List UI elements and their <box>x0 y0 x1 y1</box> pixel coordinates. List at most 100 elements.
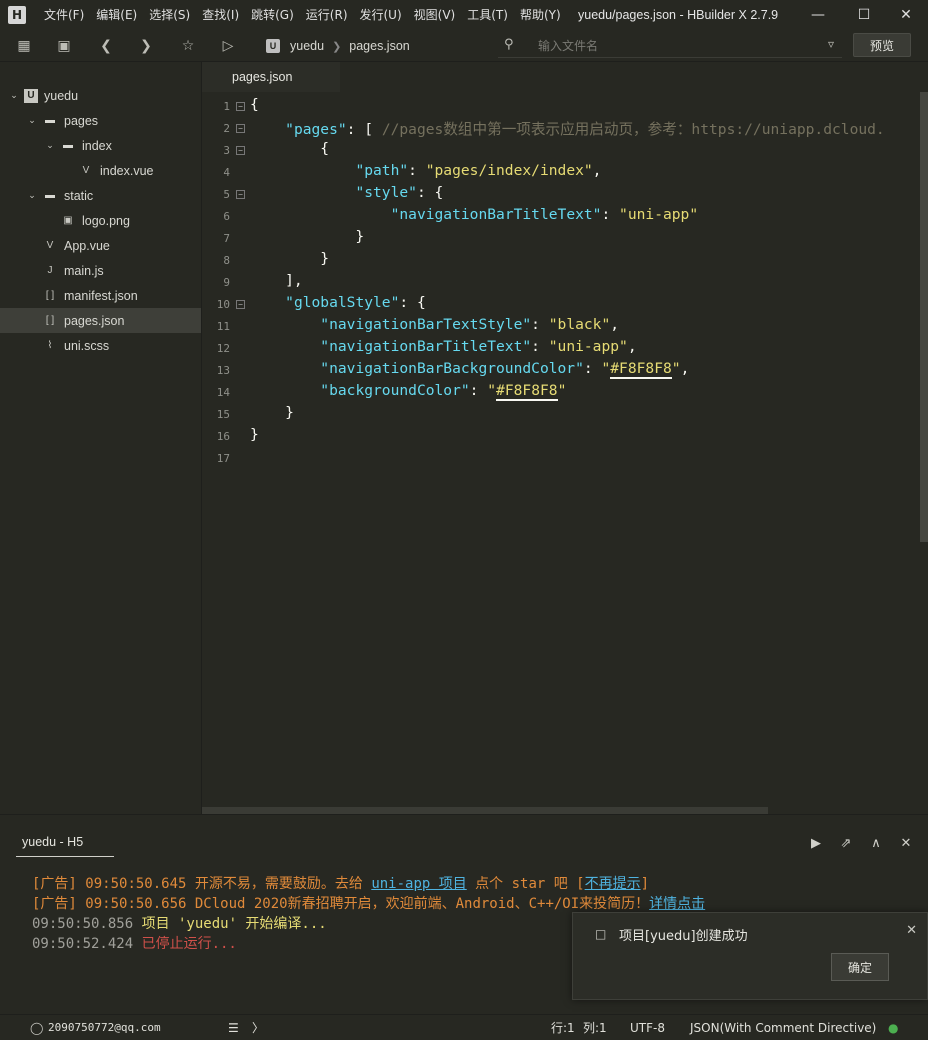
chevron-down-icon[interactable]: ⌄ <box>44 140 56 151</box>
menu-item[interactable]: 工具(T) <box>461 0 514 30</box>
code-line: ], <box>250 272 303 289</box>
toast-close-icon[interactable]: ✕ <box>906 923 917 938</box>
menu-item[interactable]: 运行(R) <box>300 0 354 30</box>
code-token: } <box>250 426 259 443</box>
tree-item[interactable]: ⌄ ▬ static <box>0 183 201 208</box>
code-token: { <box>250 96 259 113</box>
line-number: 1 <box>223 100 230 113</box>
filter-icon[interactable]: ▿ <box>828 37 834 51</box>
fold-toggle-icon[interactable]: − <box>236 102 245 111</box>
toast-message: 项目[yuedu]创建成功 <box>619 929 748 944</box>
file-encoding[interactable]: UTF-8 <box>630 1015 665 1040</box>
code-token: } <box>250 404 294 421</box>
console-tab[interactable]: yuedu - H5 <box>16 835 114 857</box>
menu-item[interactable]: 视图(V) <box>408 0 462 30</box>
breadcrumb-file[interactable]: pages.json <box>349 39 409 53</box>
code-line: { <box>250 140 329 157</box>
console-export-icon[interactable]: ⇗ <box>836 833 856 853</box>
console-text: 已停止运行... <box>141 936 237 952</box>
code-token: " <box>671 360 681 377</box>
json-file-icon: [ ] <box>45 290 55 301</box>
tree-item[interactable]: ⌄ ▬ index <box>0 133 201 158</box>
account-icon[interactable]: ◯ <box>30 1015 43 1040</box>
console-run-icon[interactable]: ▶ <box>806 833 826 853</box>
tree-item[interactable]: [ ] pages.json <box>0 308 201 333</box>
vertical-scrollbar[interactable] <box>920 92 928 542</box>
cursor-column[interactable]: 列:1 <box>583 1015 607 1040</box>
chevron-down-icon[interactable]: ⌄ <box>26 190 38 201</box>
code-token: "uni-app" <box>548 338 628 355</box>
chevron-down-icon[interactable]: ⌄ <box>26 115 38 126</box>
console-link[interactable]: uni-app 项目 <box>371 876 466 892</box>
tree-item[interactable]: V App.vue <box>0 233 201 258</box>
tree-item[interactable]: ⌄ ▬ pages <box>0 108 201 133</box>
cursor-line[interactable]: 行:1 <box>551 1015 575 1040</box>
fold-toggle-icon[interactable]: − <box>236 146 245 155</box>
line-number: 13 <box>216 364 230 377</box>
breadcrumb-project[interactable]: yuedu <box>290 39 324 53</box>
code-token: : <box>531 316 549 333</box>
tree-item[interactable]: Vindex.vue <box>0 158 201 183</box>
code-token: "black" <box>548 316 611 333</box>
menu-item[interactable]: 文件(F) <box>38 0 90 30</box>
run-icon[interactable]: ▷ <box>218 36 238 56</box>
console-text: 开源不易，需要鼓励。去给 <box>194 876 372 892</box>
code-token: " <box>487 382 497 399</box>
code-token: : { <box>399 294 426 311</box>
menu-item[interactable]: 发行(U) <box>354 0 408 30</box>
code-token: #F8F8F8 <box>496 382 558 401</box>
tree-item[interactable]: ⌇ uni.scss <box>0 333 201 358</box>
menu-item[interactable]: 查找(I) <box>196 0 245 30</box>
fold-toggle-icon[interactable]: − <box>236 300 245 309</box>
code-editor[interactable]: 1−{2− "pages": [ //pages数组中第一项表示应用启动页，参考… <box>202 92 928 814</box>
code-line: "globalStyle": { <box>250 294 426 311</box>
console-line: 09:50:52.424 已停止运行... <box>32 933 237 953</box>
tree-item[interactable]: ⌄ Uyuedu <box>0 83 201 108</box>
language-mode[interactable]: JSON(With Comment Directive) <box>690 1015 876 1040</box>
new-file-icon[interactable]: ▦ <box>14 36 34 56</box>
console-collapse-icon[interactable]: ∧ <box>866 833 886 853</box>
menu-item[interactable]: 跳转(G) <box>245 0 300 30</box>
js-file-icon: J <box>47 265 53 276</box>
back-icon[interactable]: ❮ <box>96 36 116 56</box>
code-token: "pages/index/index" <box>425 162 593 179</box>
code-token: "navigationBarBackgroundColor" <box>320 360 584 377</box>
tab-pages-json[interactable]: pages.json <box>202 62 340 92</box>
fold-toggle-icon[interactable]: − <box>236 190 245 199</box>
menu-item[interactable]: 选择(S) <box>143 0 196 30</box>
console-link[interactable]: 不再提示 <box>585 876 641 892</box>
forward-icon[interactable]: ❯ <box>136 36 156 56</box>
line-number: 9 <box>223 276 230 289</box>
console-text: 09:50:52.424 <box>32 936 142 952</box>
console-close-icon[interactable]: ✕ <box>896 833 916 853</box>
file-search-input[interactable] <box>538 38 808 53</box>
tree-item[interactable]: Jmain.js <box>0 258 201 283</box>
close-icon[interactable]: ✕ <box>884 0 928 30</box>
favorite-star-icon[interactable]: ☆ <box>178 36 198 56</box>
code-line: "navigationBarBackgroundColor": "#F8F8F8… <box>250 360 689 379</box>
toast-ok-button[interactable]: 确定 <box>831 953 889 981</box>
chevron-right-icon: ❯ <box>332 40 342 53</box>
window-title: yuedu/pages.json - HBuilder X 2.7.9 <box>578 8 779 22</box>
horizontal-scrollbar[interactable] <box>202 807 768 814</box>
notification-bell-icon[interactable]: ● <box>888 1015 898 1040</box>
menu-item[interactable]: 编辑(E) <box>90 0 143 30</box>
code-token: "navigationBarTitleText" <box>390 206 602 223</box>
terminal-icon[interactable]: 〉 <box>252 1015 264 1040</box>
tree-item[interactable]: ▣ logo.png <box>0 208 201 233</box>
code-line: } <box>250 228 364 245</box>
account-email[interactable]: 2090750772@qq.com <box>48 1015 161 1040</box>
minimize-icon[interactable]: — <box>796 0 840 30</box>
chevron-down-icon[interactable]: ⌄ <box>8 90 20 101</box>
outline-icon[interactable]: ☰ <box>228 1015 239 1040</box>
preview-button[interactable]: 预览 <box>853 33 911 57</box>
maximize-icon[interactable]: ☐ <box>842 0 886 30</box>
save-icon[interactable]: ▣ <box>54 36 74 56</box>
console-link[interactable]: 详情点击 <box>649 896 705 912</box>
console-text: 点个 star 吧 [ <box>466 876 585 892</box>
code-line: "pages": [ //pages数组中第一项表示应用启动页，参考：https… <box>250 118 885 139</box>
tree-item[interactable]: [ ] manifest.json <box>0 283 201 308</box>
menu-item[interactable]: 帮助(Y) <box>514 0 567 30</box>
fold-toggle-icon[interactable]: − <box>236 124 245 133</box>
